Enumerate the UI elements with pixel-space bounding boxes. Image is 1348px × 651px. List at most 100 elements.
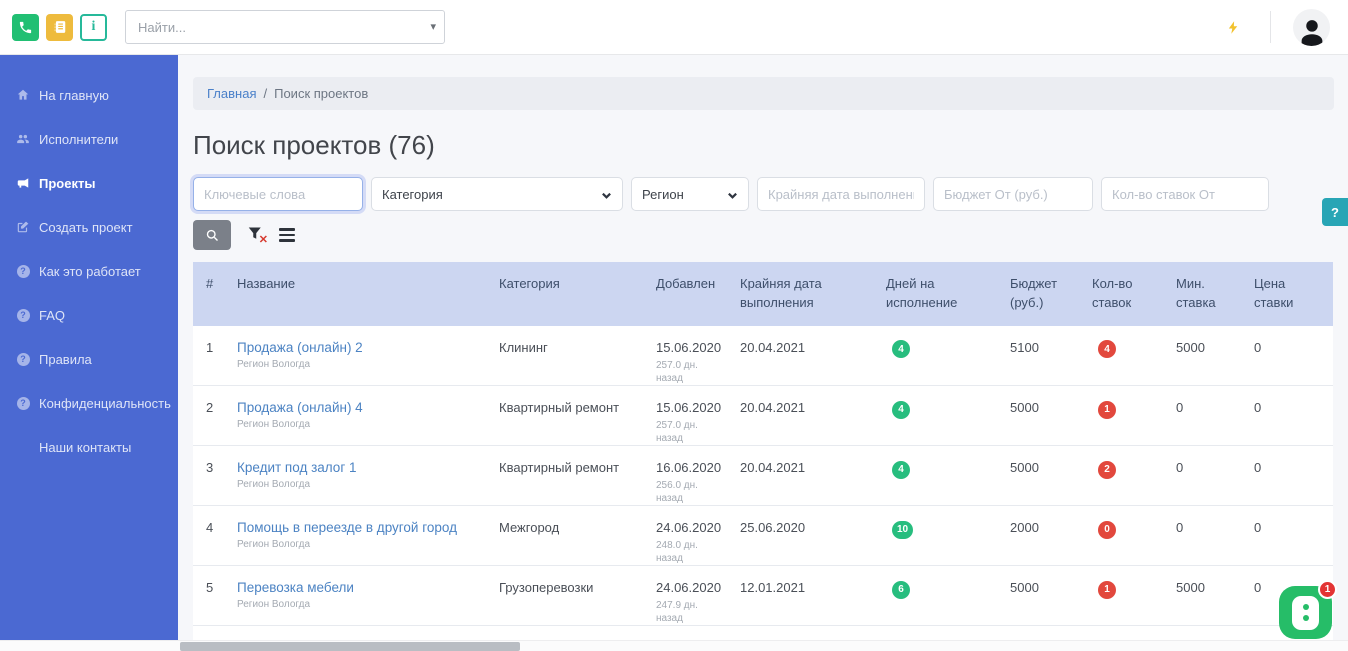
megaphone-icon <box>15 175 31 191</box>
user-avatar-icon <box>1297 16 1327 46</box>
col-header: Кол-во ставок <box>1092 262 1176 326</box>
sidebar-item-how-it-works[interactable]: ? Как это работает <box>0 249 178 293</box>
sidebar: На главную Исполнители Проекты Создать п… <box>0 55 178 640</box>
home-icon <box>15 87 31 103</box>
topbar: i ▾ <box>0 0 1348 55</box>
category-select-value: Категория <box>382 187 443 202</box>
sidebar-item-performers[interactable]: Исполнители <box>0 117 178 161</box>
help-button[interactable]: ? <box>1322 198 1348 226</box>
sidebar-item-label: На главную <box>39 88 109 103</box>
project-category: Клининг <box>499 326 656 386</box>
sidebar-item-faq[interactable]: ? FAQ <box>0 293 178 337</box>
info-icon: i <box>92 19 96 35</box>
added-date: 24.06.2020 <box>656 580 730 595</box>
added-ago: 248.0 дн. назад <box>656 539 714 565</box>
horizontal-scrollbar <box>0 640 1348 651</box>
days-badge: 4 <box>892 401 910 419</box>
bids-badge: 1 <box>1098 581 1116 599</box>
sidebar-item-projects[interactable]: Проекты <box>0 161 178 205</box>
sidebar-item-privacy[interactable]: ? Конфиденциальность <box>0 381 178 425</box>
col-header: Название <box>237 262 499 326</box>
project-link[interactable]: Перевозка мебели <box>237 580 354 595</box>
budget-value: 5100 <box>1010 326 1092 386</box>
sidebar-item-rules[interactable]: ? Правила <box>0 337 178 381</box>
question-circle-icon: ? <box>15 307 31 323</box>
stakes-from-input[interactable] <box>1101 177 1269 211</box>
bid-price: 0 <box>1254 446 1333 506</box>
main-content: Главная / Поиск проектов Поиск проектов … <box>178 55 1348 640</box>
deadline-date: 12.01.2021 <box>740 566 886 626</box>
col-header: Добавлен <box>656 262 740 326</box>
project-link[interactable]: Помощь в переезде в другой город <box>237 520 457 535</box>
col-header: Крайняя дата выполнения <box>740 262 886 326</box>
project-region: Регион Вологда <box>237 419 489 430</box>
col-header: Бюджет (руб.) <box>1010 262 1092 326</box>
project-category: Квартирный ремонт <box>499 446 656 506</box>
list-view-button[interactable] <box>279 225 299 245</box>
project-link[interactable]: Продажа (онлайн) 2 <box>237 340 363 355</box>
project-category: Грузоперевозки <box>499 626 656 640</box>
chat-unread-badge: 1 <box>1318 580 1337 599</box>
search-button[interactable] <box>193 220 231 250</box>
users-icon <box>15 131 31 147</box>
topbar-divider <box>1270 11 1271 43</box>
col-header: # <box>193 262 237 326</box>
chat-widget-button[interactable]: 1 <box>1279 586 1332 639</box>
sidebar-item-home[interactable]: На главную <box>0 73 178 117</box>
category-select[interactable]: Категория <box>371 177 623 211</box>
col-header: Категория <box>499 262 656 326</box>
row-number: 2 <box>193 386 237 446</box>
chat-icon <box>1292 596 1319 630</box>
search-dropdown-caret-icon[interactable]: ▾ <box>430 20 436 33</box>
sidebar-item-contacts[interactable]: ? Наши контакты <box>0 425 178 469</box>
menu-icon <box>279 228 295 230</box>
question-circle-icon: ? <box>15 395 31 411</box>
clear-filters-button[interactable]: ✕ <box>245 225 265 245</box>
user-avatar[interactable] <box>1293 9 1330 46</box>
bids-badge: 2 <box>1098 461 1116 479</box>
added-ago: 257.0 дн. назад <box>656 419 714 445</box>
budget-value: 5000 <box>1010 446 1092 506</box>
sidebar-item-label: Создать проект <box>39 220 133 235</box>
chevron-down-icon <box>727 189 738 200</box>
project-link[interactable]: Продажа (онлайн) 4 <box>237 400 363 415</box>
min-bid: 5000 <box>1176 566 1254 626</box>
sidebar-item-label: Наши контакты <box>39 440 131 455</box>
global-search-input[interactable] <box>125 10 445 44</box>
table-header: # Название Категория Добавлен Крайняя да… <box>193 262 1333 326</box>
breadcrumb-current: Поиск проектов <box>274 86 368 101</box>
region-select-value: Регион <box>642 187 684 202</box>
page-title: Поиск проектов (76) <box>193 130 1334 161</box>
project-link[interactable]: Кредит под залог 1 <box>237 460 357 475</box>
contacts-button[interactable] <box>46 14 73 41</box>
deadline-date: 20.04.2021 <box>740 386 886 446</box>
breadcrumb-home-link[interactable]: Главная <box>207 86 256 101</box>
min-bid: 60000 <box>1176 626 1254 640</box>
question-circle-icon: ? <box>15 351 31 367</box>
added-date: 15.06.2020 <box>656 340 730 355</box>
table-row: 5 Перевозка мебели Регион Вологда Грузоп… <box>193 566 1333 626</box>
filter-actions: ✕ <box>193 220 1334 250</box>
region-select[interactable]: Регион <box>631 177 749 211</box>
sidebar-item-create-project[interactable]: Создать проект <box>0 205 178 249</box>
horizontal-scrollbar-thumb[interactable] <box>180 642 520 651</box>
added-ago: 247.9 дн. назад <box>656 599 714 625</box>
lightning-button[interactable] <box>1218 12 1248 42</box>
project-region: Регион Вологда <box>237 359 489 370</box>
project-region: Регион Вологда <box>237 539 489 550</box>
table-row: 3 Кредит под залог 1 Регион Вологда Квар… <box>193 446 1333 506</box>
phone-button[interactable] <box>12 14 39 41</box>
deadline-input[interactable] <box>757 177 925 211</box>
budget-from-input[interactable] <box>933 177 1093 211</box>
budget-value: 5000 <box>1010 566 1092 626</box>
col-header: Цена ставки <box>1254 262 1333 326</box>
budget-value: 3000 <box>1010 626 1092 640</box>
project-region: Регион Вологда <box>237 599 489 610</box>
keywords-input[interactable] <box>193 177 363 211</box>
min-bid: 5000 <box>1176 326 1254 386</box>
search-icon <box>205 228 220 243</box>
added-ago: 257.0 дн. назад <box>656 359 714 385</box>
topbar-right <box>1218 9 1330 46</box>
info-button[interactable]: i <box>80 14 107 41</box>
added-date: 16.06.2020 <box>656 460 730 475</box>
